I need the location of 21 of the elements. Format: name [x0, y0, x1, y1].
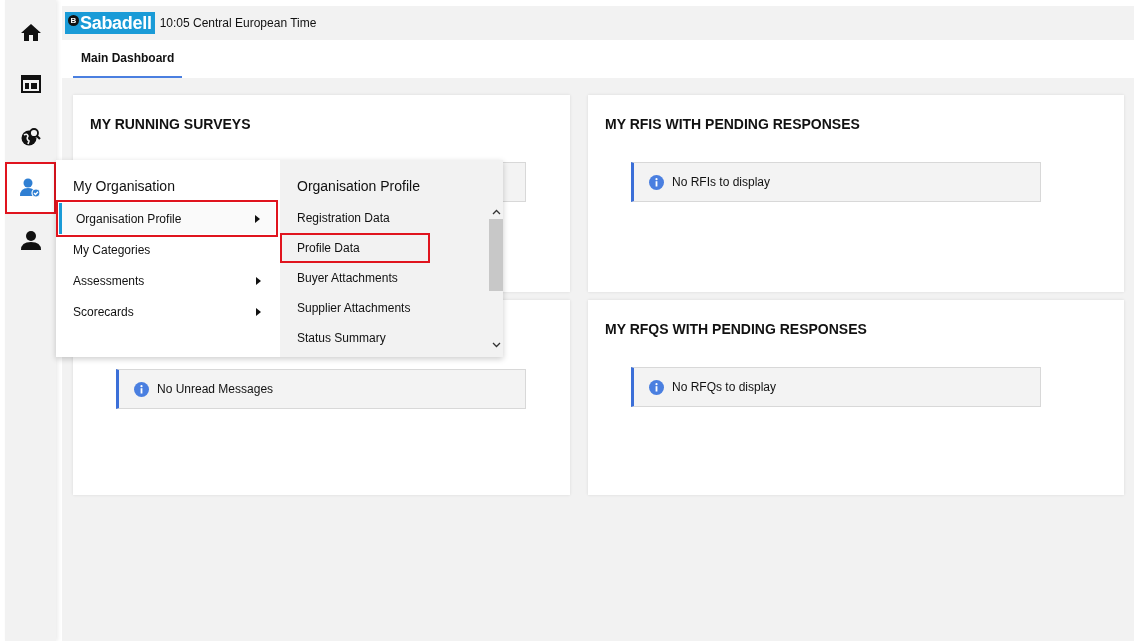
- submenu-item[interactable]: Supplier Attachments: [280, 293, 430, 323]
- menu-item[interactable]: Scorecards: [56, 296, 276, 327]
- menu-item[interactable]: My Categories: [56, 234, 276, 265]
- notice-text: No Unread Messages: [157, 382, 274, 396]
- submenu-item[interactable]: Buyer Attachments: [280, 263, 430, 293]
- logo-badge: B: [68, 14, 79, 26]
- logo-text: Sabadell: [80, 12, 152, 34]
- notice-text: No RFIs to display: [672, 175, 771, 189]
- submenu-item[interactable]: Status Summary: [280, 323, 430, 353]
- menu-item[interactable]: Assessments: [56, 265, 276, 296]
- notice-text: No RFQs to display: [672, 380, 777, 394]
- time-label: 10:05 Central European Time: [159, 16, 317, 30]
- submenu-item[interactable]: Profile Data: [280, 233, 430, 263]
- submenu-item[interactable]: Registration Data: [280, 203, 430, 233]
- card-title: MY RUNNING SURVEYS: [90, 116, 252, 132]
- menu-item[interactable]: Organisation Profile: [59, 203, 275, 234]
- menu-title: My Organisation: [73, 178, 175, 195]
- tab[interactable]: Main Dashboard: [73, 40, 183, 78]
- submenu-title: Organisation Profile: [297, 178, 420, 195]
- card-title: MY RFIS WITH PENDING RESPONSES: [605, 116, 861, 132]
- card-title: MY RFQS WITH PENDING RESPONSES: [605, 321, 868, 337]
